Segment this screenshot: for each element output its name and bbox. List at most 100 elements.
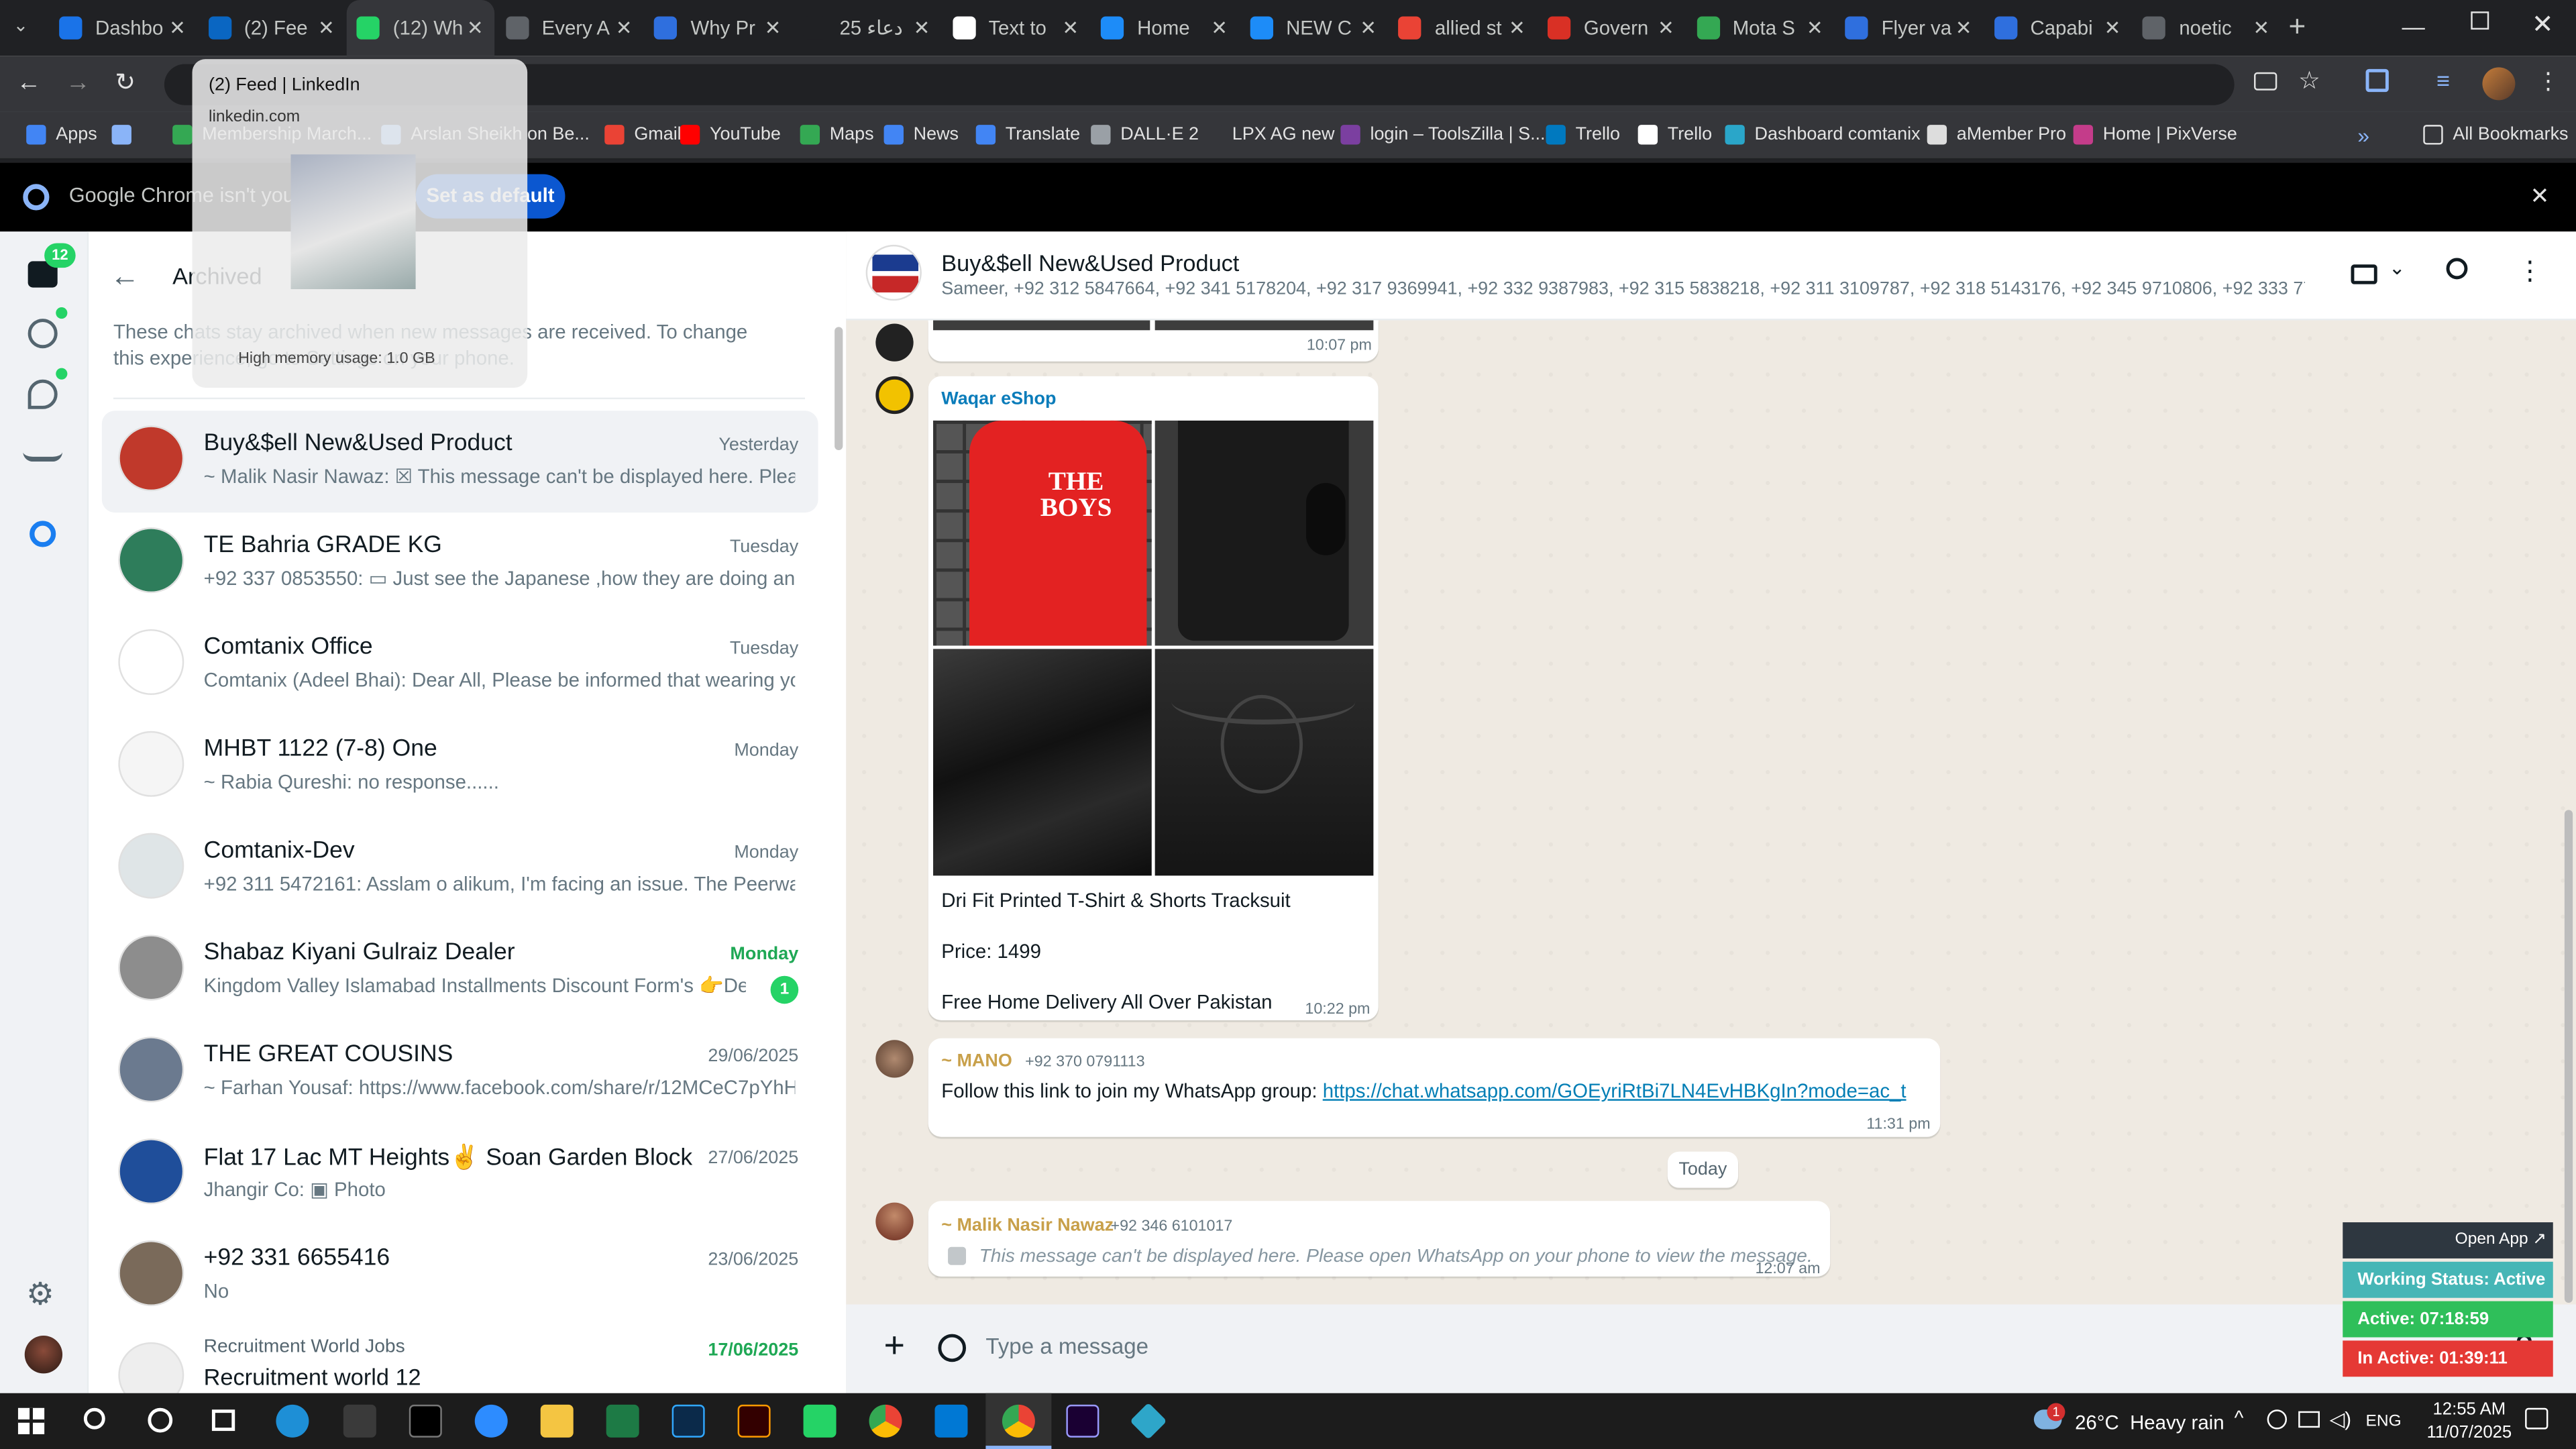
tab-close-icon[interactable]: ✕ — [1507, 16, 1527, 39]
tab-close-icon[interactable]: ✕ — [1210, 16, 1229, 39]
sender-avatar[interactable] — [875, 376, 914, 415]
search-icon[interactable] — [83, 1407, 105, 1430]
back-arrow-icon[interactable]: ← — [110, 260, 140, 294]
chat-list-item[interactable]: Flat 17 Lac MT Heights✌ Soan Garden Bloc… — [102, 1124, 818, 1226]
bookmark-16[interactable]: aMember Pro — [1927, 112, 2066, 158]
bookmark-10[interactable]: DALL·E 2 — [1091, 112, 1199, 158]
weather-text[interactable]: 26°C Heavy rain — [2075, 1411, 2224, 1434]
conversation-scrollbar[interactable] — [2564, 810, 2573, 1303]
premiere-icon[interactable] — [1066, 1404, 1099, 1438]
group-invite-link[interactable]: https://chat.whatsapp.com/GOEyriRtBi7LN4… — [1323, 1079, 1907, 1102]
profile-avatar[interactable] — [2482, 67, 2516, 101]
illustrator-icon[interactable] — [737, 1404, 771, 1438]
profile-photo[interactable] — [24, 1336, 63, 1374]
tab-3[interactable]: (12) Wh ✕ — [347, 0, 495, 56]
tab-7[interactable]: Text to ✕ — [943, 0, 1090, 56]
tab-close-icon[interactable]: ✕ — [1953, 16, 1973, 39]
extensions-icon[interactable] — [2365, 68, 2389, 93]
tab-9[interactable]: NEW C ✕ — [1240, 0, 1387, 56]
bookmark-5[interactable]: Gmail — [604, 112, 682, 158]
bookmark-13[interactable]: Trello — [1546, 112, 1620, 158]
tab-8[interactable]: Home ✕ — [1091, 0, 1239, 56]
tab-close-icon[interactable]: ✕ — [1358, 16, 1378, 39]
tab-5[interactable]: Why Pr ✕ — [645, 0, 792, 56]
bookmark-6[interactable]: YouTube — [680, 112, 781, 158]
language-indicator[interactable]: ENG — [2366, 1413, 2402, 1431]
vscode-icon[interactable] — [934, 1404, 968, 1438]
bookmark-17[interactable]: Home | PixVerse — [2073, 112, 2237, 158]
chat-list-item[interactable]: THE GREAT COUSINS 29/06/2025 ~ Farhan Yous… — [102, 1022, 818, 1124]
browser-menu-icon[interactable]: ⋮ — [2536, 67, 2559, 95]
tab-search-icon[interactable]: ⌄ — [13, 15, 40, 41]
previous-message[interactable]: 10:07 pm — [928, 320, 1379, 362]
list-scrollbar[interactable] — [835, 327, 843, 451]
message-input[interactable]: Type a message — [985, 1334, 1148, 1359]
windows-start-icon[interactable] — [17, 1407, 45, 1434]
tray-chevron-icon[interactable]: ^ — [2235, 1406, 2244, 1429]
video-call-icon[interactable] — [2351, 264, 2377, 284]
bookmark-8[interactable]: News — [883, 112, 959, 158]
chat-list-item[interactable]: Recruitment World Jobs 17/06/2025 Recruitm… — [102, 1328, 818, 1393]
product-image-fabric[interactable] — [933, 649, 1152, 876]
whatsapp-desktop-icon[interactable] — [803, 1404, 837, 1438]
volume-icon[interactable]: ◁) — [2330, 1408, 2351, 1431]
notifications-icon[interactable] — [2525, 1407, 2548, 1430]
meta-ai-icon[interactable] — [30, 521, 56, 547]
reading-list-icon[interactable]: ≡ — [2436, 67, 2450, 93]
open-app-button[interactable]: Open App ↗ — [2343, 1222, 2553, 1258]
reload-icon[interactable]: ↻ — [115, 67, 136, 97]
tab-2[interactable]: (2) Fee ✕ — [198, 0, 345, 56]
channels-icon[interactable] — [28, 379, 58, 409]
product-message[interactable]: Waqar eShop THE BOYS Dri Fit Printed T-S… — [928, 376, 1379, 1020]
excel-icon[interactable] — [606, 1404, 639, 1438]
tab-6[interactable]: 25 دعاء ✕ — [794, 0, 941, 56]
menu-dots-icon[interactable]: ⋮ — [2517, 255, 2543, 288]
settings-gear-icon[interactable]: ⚙ — [26, 1277, 54, 1314]
communities-icon[interactable] — [23, 439, 63, 462]
chevron-down-icon[interactable]: ⌄ — [2389, 256, 2406, 279]
chat-list-item[interactable]: Comtanix Office Tuesday Comtanix (Adeel Bh… — [102, 614, 818, 716]
tab-close-icon[interactable]: ✕ — [614, 16, 633, 39]
conversation-header[interactable]: Buy&$ell New&Used Product Sameer, +92 31… — [846, 231, 2576, 321]
tab-1[interactable]: Dashbo ✕ — [49, 0, 197, 56]
close-window-button[interactable]: ✕ — [2532, 8, 2554, 41]
chat-list-item[interactable]: Shabaz Kiyani Gulraiz Dealer Monday Kingdo… — [102, 920, 818, 1022]
tab-close-icon[interactable]: ✕ — [763, 16, 782, 39]
status-icon[interactable] — [28, 319, 58, 349]
tab-close-icon[interactable]: ✕ — [1805, 16, 1824, 39]
tab-close-icon[interactable]: ✕ — [317, 16, 336, 39]
tab-close-icon[interactable]: ✕ — [1061, 16, 1080, 39]
tab-close-icon[interactable]: ✕ — [2102, 16, 2122, 39]
product-image-waistband[interactable] — [1155, 649, 1374, 876]
sticker-icon[interactable] — [938, 1334, 967, 1362]
chrome-active-icon[interactable] — [1002, 1404, 1035, 1438]
bookmark-9[interactable]: Translate — [975, 112, 1080, 158]
terminal-icon[interactable] — [409, 1404, 442, 1438]
minimize-window-button[interactable]: — — [2402, 13, 2424, 40]
unsupported-message[interactable]: ~ Malik Nasir Nawaz +92 346 6101017 This… — [928, 1201, 1831, 1278]
bookmark-14[interactable]: Trello — [1638, 112, 1712, 158]
more-bookmarks-button[interactable]: » — [2357, 112, 2369, 158]
product-image-shorts[interactable] — [1155, 420, 1374, 646]
tab-4[interactable]: Every A ✕ — [496, 0, 643, 56]
bookmark-1[interactable]: Apps — [26, 112, 97, 158]
clock-time[interactable]: 12:55 AM — [2423, 1400, 2515, 1419]
file-explorer-icon[interactable] — [540, 1404, 574, 1438]
task-view-icon[interactable] — [211, 1409, 235, 1432]
product-image-tshirt[interactable]: THE BOYS — [933, 420, 1152, 646]
bookmark-15[interactable]: Dashboard comtanix — [1725, 112, 1921, 158]
tab-close-icon[interactable]: ✕ — [1656, 16, 1676, 39]
photoshop-icon[interactable] — [672, 1404, 705, 1438]
bookmark-11[interactable]: LPX AG new — [1202, 112, 1335, 158]
clock-date[interactable]: 11/07/2025 — [2423, 1423, 2515, 1442]
chat-list-item[interactable]: Buy&$ell New&Used Product Yesterday ~ Mali… — [101, 411, 818, 513]
cortana-icon[interactable] — [148, 1407, 173, 1433]
tab-close-icon[interactable]: ✕ — [466, 16, 485, 39]
bookmark-2[interactable] — [111, 112, 142, 158]
help-icon[interactable] — [2267, 1409, 2288, 1430]
tab-14[interactable]: Capabi ✕ — [1984, 0, 2132, 56]
edge-icon[interactable] — [276, 1404, 309, 1438]
restore-window-button[interactable] — [2471, 11, 2489, 30]
chrome-icon[interactable] — [869, 1404, 902, 1438]
tracker-app-icon[interactable] — [1130, 1402, 1167, 1440]
